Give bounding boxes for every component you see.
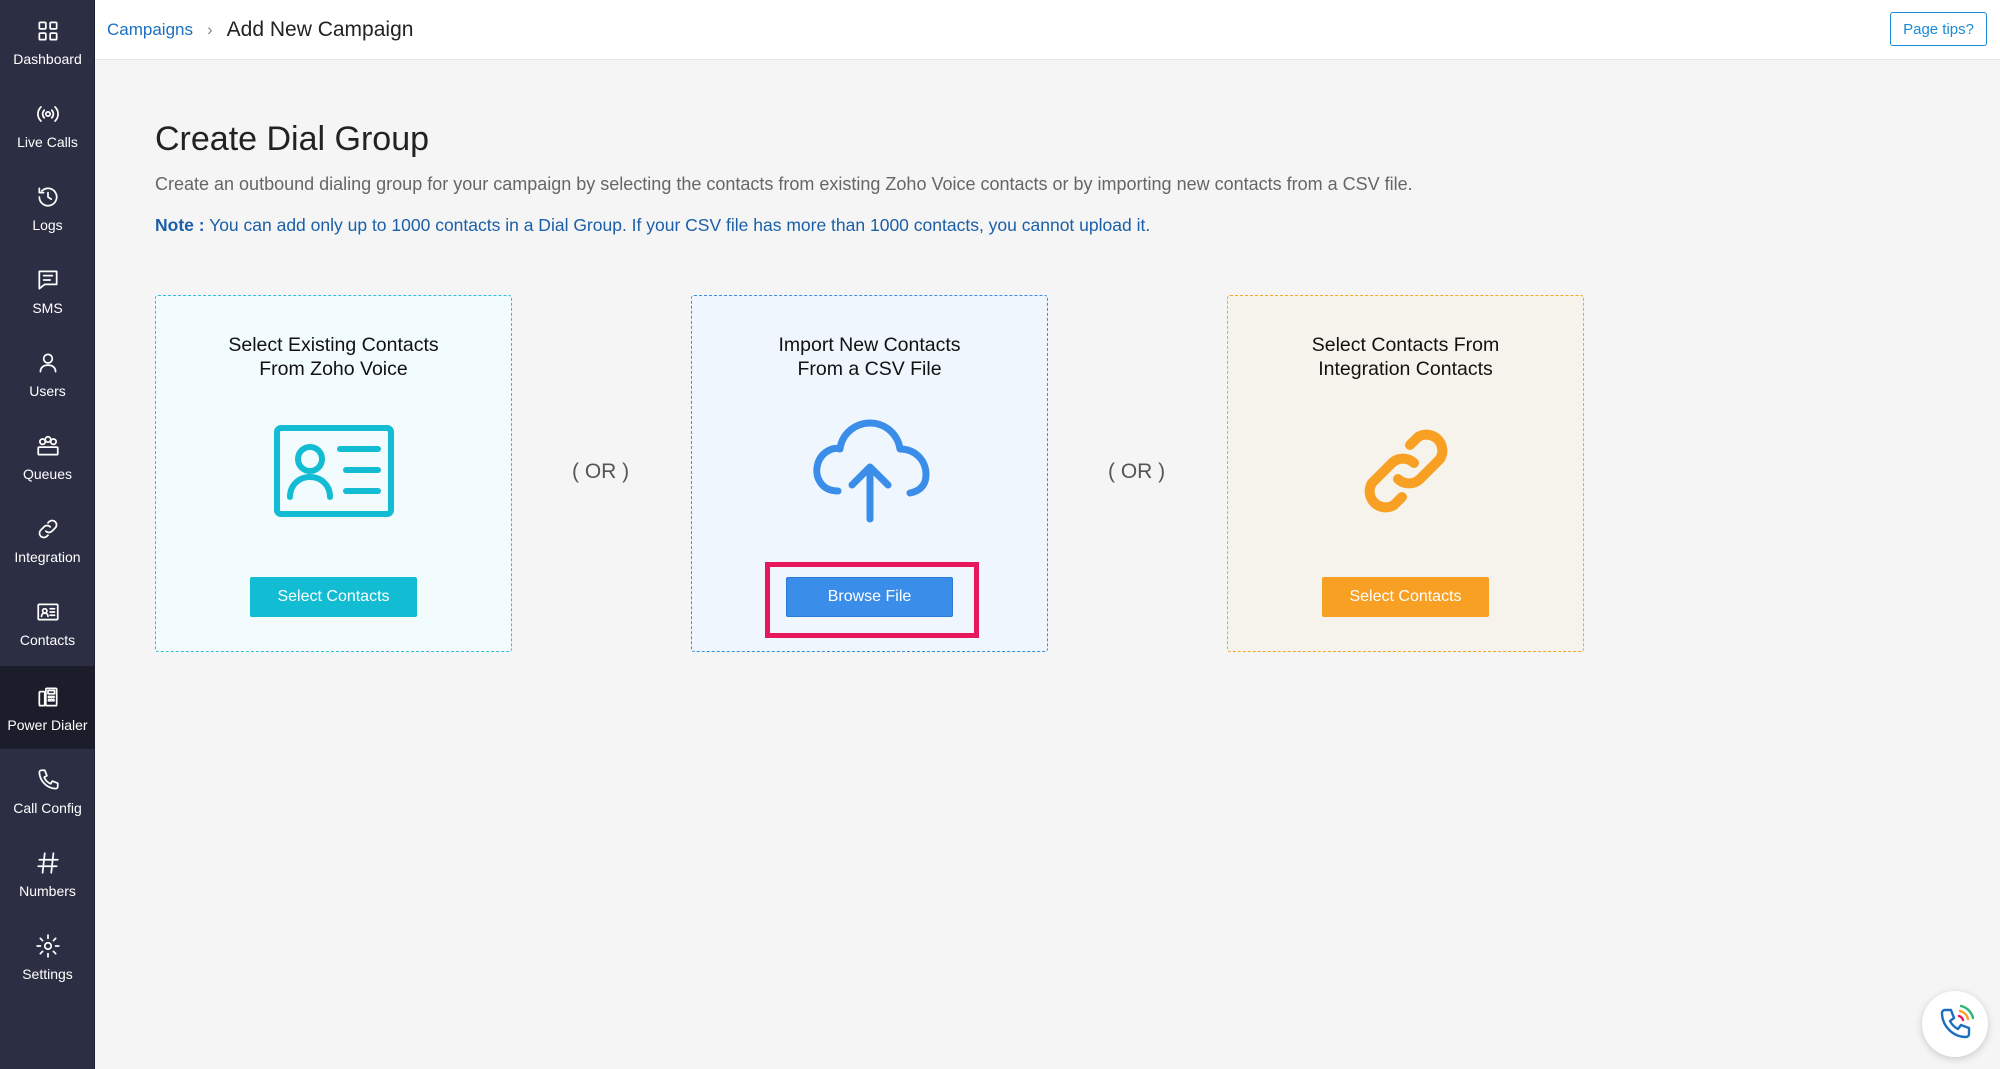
breadcrumb-campaigns-link[interactable]: Campaigns xyxy=(107,20,193,40)
sidebar-item-numbers[interactable]: Numbers xyxy=(0,832,95,915)
call-config-icon xyxy=(34,766,62,794)
sms-icon xyxy=(34,266,62,294)
sidebar-item-users[interactable]: Users xyxy=(0,332,95,415)
or-separator: ( OR ) xyxy=(1108,460,1166,483)
contacts-icon xyxy=(34,598,62,626)
integration-contacts-card: Select Contacts From Integration Contact… xyxy=(1227,295,1584,652)
sidebar-item-label: Call Config xyxy=(13,799,82,816)
settings-icon xyxy=(34,932,62,960)
phone-widget-button[interactable] xyxy=(1922,991,1988,1057)
existing-contacts-card: Select Existing Contacts From Zoho Voice… xyxy=(155,295,512,652)
dashboard-icon xyxy=(34,17,62,45)
sidebar-item-sms[interactable]: SMS xyxy=(0,249,95,332)
card-title-line: From Zoho Voice xyxy=(259,358,408,380)
sidebar-item-dashboard[interactable]: Dashboard xyxy=(0,0,95,83)
card-title: Import New Contacts From a CSV File xyxy=(692,333,1047,381)
card-title-line: Select Contacts From xyxy=(1311,334,1500,356)
or-separator: ( OR ) xyxy=(572,460,630,483)
sidebar-item-label: Contacts xyxy=(19,631,76,648)
sidebar-item-queues[interactable]: Queues xyxy=(0,415,95,498)
sidebar-item-label: Users xyxy=(29,382,66,399)
breadcrumb-separator: › xyxy=(207,20,213,39)
sidebar-item-label: Settings xyxy=(22,965,73,982)
sidebar-item-label: Numbers xyxy=(19,882,76,899)
sidebar-item-call-config[interactable]: Call Config xyxy=(0,749,95,832)
top-header: Campaigns › Add New Campaign Page tips? xyxy=(95,0,2000,60)
note-text: You can add only up to 1000 contacts in … xyxy=(209,215,1151,235)
sidebar-item-label: SMS xyxy=(32,299,63,316)
card-title-line: From a CSV File xyxy=(797,358,942,380)
card-title-line: Import New Contacts xyxy=(778,334,961,356)
link-icon xyxy=(1344,416,1468,526)
main-content: Create Dial Group Create an outbound dia… xyxy=(95,60,2000,1069)
sidebar: Dashboard Live Calls Logs SMS Users Queu… xyxy=(0,0,95,1069)
sidebar-item-label: Integration xyxy=(14,548,81,565)
page-note: Note : You can add only up to 1000 conta… xyxy=(155,215,1150,236)
contact-card-icon xyxy=(272,416,396,526)
sidebar-item-label: Power Dialer xyxy=(7,716,88,733)
card-title: Select Existing Contacts From Zoho Voice xyxy=(156,333,511,381)
page-description: Create an outbound dialing group for you… xyxy=(155,174,1413,194)
card-title-line: Integration Contacts xyxy=(1318,358,1493,380)
logs-icon xyxy=(34,183,62,211)
import-csv-card: Import New Contacts From a CSV File Brow… xyxy=(691,295,1048,652)
numbers-icon xyxy=(34,849,62,877)
sidebar-item-label: Queues xyxy=(22,465,73,482)
app-root: Dashboard Live Calls Logs SMS Users Queu… xyxy=(0,0,2000,1069)
sidebar-item-live-calls[interactable]: Live Calls xyxy=(0,83,95,166)
note-label: Note : xyxy=(155,215,205,235)
sidebar-item-label: Logs xyxy=(32,216,63,233)
select-integration-contacts-button[interactable]: Select Contacts xyxy=(1322,577,1489,617)
browse-file-button[interactable]: Browse File xyxy=(786,577,953,617)
phone-icon xyxy=(1940,1004,1975,1039)
sidebar-item-contacts[interactable]: Contacts xyxy=(0,581,95,664)
sidebar-item-label: Live Calls xyxy=(17,133,78,150)
page-title: Create Dial Group xyxy=(155,120,430,158)
breadcrumb: Campaigns › Add New Campaign xyxy=(107,0,413,60)
sidebar-item-label: Dashboard xyxy=(13,50,82,67)
select-existing-contacts-button[interactable]: Select Contacts xyxy=(250,577,417,617)
live-calls-icon xyxy=(34,100,62,128)
power-dialer-icon xyxy=(34,683,62,711)
sidebar-item-power-dialer[interactable]: Power Dialer xyxy=(0,666,95,749)
card-title: Select Contacts From Integration Contact… xyxy=(1228,333,1583,381)
integration-icon xyxy=(34,515,62,543)
page-tips-button[interactable]: Page tips? xyxy=(1890,12,1987,46)
sidebar-item-logs[interactable]: Logs xyxy=(0,166,95,249)
sidebar-item-integration[interactable]: Integration xyxy=(0,498,95,581)
cloud-upload-icon xyxy=(808,416,932,526)
breadcrumb-current: Add New Campaign xyxy=(226,18,414,41)
sidebar-item-settings[interactable]: Settings xyxy=(0,915,95,998)
users-icon xyxy=(34,349,62,377)
queues-icon xyxy=(34,432,62,460)
card-title-line: Select Existing Contacts xyxy=(228,334,439,356)
